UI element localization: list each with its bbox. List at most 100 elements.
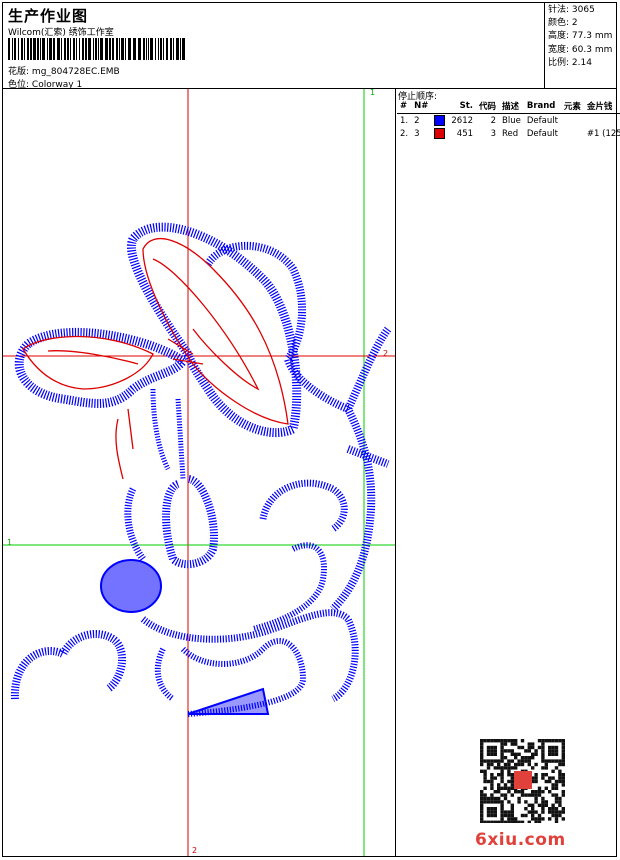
barcode-bar bbox=[112, 38, 114, 60]
barcode-bar bbox=[109, 38, 111, 60]
barcode-bar bbox=[24, 38, 25, 60]
qr-module bbox=[503, 810, 508, 814]
qr-module bbox=[483, 796, 487, 801]
axis-label-red-bottom: 2 bbox=[192, 846, 198, 855]
qr-module bbox=[493, 807, 497, 811]
barcode-bar bbox=[182, 38, 185, 60]
qr-module bbox=[520, 813, 525, 818]
qr-module bbox=[544, 739, 548, 743]
qr-module bbox=[534, 793, 538, 797]
qr-module bbox=[517, 745, 521, 750]
qr-module bbox=[507, 773, 511, 777]
qr-module bbox=[548, 749, 552, 753]
qr-module bbox=[558, 813, 562, 818]
qr-module bbox=[554, 807, 559, 811]
qr-module bbox=[493, 739, 497, 743]
qr-module bbox=[531, 756, 535, 760]
qr-module bbox=[531, 790, 535, 794]
spec-height: 高度: 77.3 mm bbox=[548, 31, 613, 42]
qr-module bbox=[486, 796, 491, 801]
qr-module bbox=[520, 739, 525, 743]
qr-module bbox=[486, 813, 491, 818]
spec-scale: 比例: 2.14 bbox=[548, 57, 592, 68]
qr-module bbox=[541, 752, 545, 756]
qr-module bbox=[527, 745, 531, 750]
qr-module bbox=[503, 762, 508, 767]
qr-module bbox=[561, 739, 565, 743]
qr-module bbox=[541, 749, 545, 753]
qr-module bbox=[500, 749, 504, 753]
qr-module bbox=[534, 796, 538, 801]
qr-module bbox=[497, 790, 501, 794]
nose-fill bbox=[100, 559, 162, 613]
qr-module bbox=[493, 759, 497, 763]
col-header: Brand bbox=[523, 99, 561, 114]
qr-module bbox=[483, 800, 487, 804]
qr-module bbox=[531, 807, 535, 811]
qr-module bbox=[490, 793, 494, 797]
qr-module bbox=[500, 769, 504, 773]
barcode-bar bbox=[160, 38, 162, 60]
qr-module bbox=[554, 745, 559, 750]
qr-module bbox=[497, 766, 501, 770]
barcode-bar bbox=[73, 38, 75, 60]
qr-module bbox=[527, 759, 531, 763]
qr-module bbox=[561, 776, 565, 780]
qr-module bbox=[561, 759, 565, 763]
qr-module bbox=[507, 810, 511, 814]
qr-module bbox=[480, 803, 484, 807]
qr-module bbox=[541, 759, 545, 763]
qr-module bbox=[500, 745, 504, 750]
qr-code bbox=[480, 739, 565, 823]
qr-module bbox=[500, 800, 504, 804]
qr-module bbox=[531, 752, 535, 756]
qr-module bbox=[497, 800, 501, 804]
qr-module bbox=[510, 820, 514, 823]
qr-module bbox=[561, 779, 565, 784]
qr-module bbox=[534, 820, 538, 823]
qr-module bbox=[531, 766, 535, 770]
qr-module bbox=[541, 739, 545, 743]
qr-module bbox=[551, 759, 555, 763]
barcode-bar bbox=[93, 38, 94, 60]
qr-module bbox=[486, 745, 491, 750]
eye-left-outline bbox=[124, 487, 146, 562]
qr-module bbox=[490, 813, 494, 818]
qr-module bbox=[524, 756, 528, 760]
qr-module bbox=[497, 786, 501, 790]
qr-module bbox=[500, 766, 504, 770]
barcode-bar bbox=[47, 38, 48, 60]
qr-module bbox=[534, 762, 538, 767]
qr-module bbox=[500, 739, 504, 743]
barcode-bar bbox=[21, 38, 23, 60]
qr-module bbox=[514, 762, 518, 767]
qr-module bbox=[527, 762, 531, 767]
qr-module bbox=[554, 739, 559, 743]
qr-module bbox=[490, 783, 494, 787]
qr-module bbox=[541, 745, 545, 750]
qr-logo-seal bbox=[514, 771, 532, 789]
barcode-bar bbox=[57, 38, 60, 60]
qr-module bbox=[531, 793, 535, 797]
qr-module bbox=[490, 786, 494, 790]
axis-label-green-left: 1 bbox=[7, 538, 13, 547]
qr-module bbox=[541, 796, 545, 801]
qr-module bbox=[493, 796, 497, 801]
qr-module bbox=[490, 759, 494, 763]
qr-module bbox=[486, 800, 491, 804]
qr-module bbox=[510, 783, 514, 787]
qr-module bbox=[500, 773, 504, 777]
barcode-bar bbox=[82, 38, 84, 60]
barcode-bar bbox=[76, 38, 77, 60]
qr-module bbox=[551, 803, 555, 807]
qr-module bbox=[507, 766, 511, 770]
qr-module bbox=[537, 817, 542, 821]
qr-module bbox=[500, 793, 504, 797]
qr-module bbox=[561, 742, 565, 746]
barcode-bar bbox=[133, 38, 136, 60]
qr-module bbox=[497, 796, 501, 801]
qr-module bbox=[541, 817, 545, 821]
qr-module bbox=[551, 783, 555, 787]
qr-module bbox=[510, 807, 514, 811]
qr-module bbox=[510, 759, 514, 763]
